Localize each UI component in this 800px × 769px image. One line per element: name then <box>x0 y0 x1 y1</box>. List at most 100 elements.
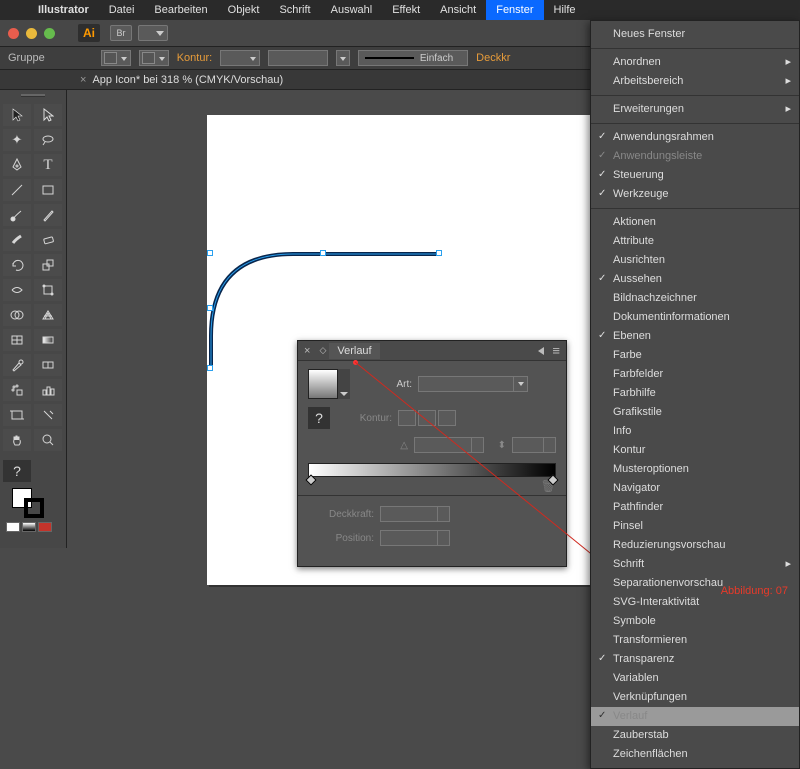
bridge-button[interactable]: Br <box>110 25 132 41</box>
color-mode-none[interactable] <box>38 522 52 532</box>
gradient-preset-dropdown[interactable] <box>338 369 350 399</box>
gradient-angle-field[interactable] <box>414 437 484 453</box>
gradient-slider[interactable] <box>308 463 556 477</box>
stop-position-field[interactable] <box>380 530 450 546</box>
menu-item-info[interactable]: Info <box>591 422 799 441</box>
menu-item-farbhilfe[interactable]: Farbhilfe <box>591 384 799 403</box>
stroke-across-button[interactable] <box>438 410 456 426</box>
menu-effekt[interactable]: Effekt <box>382 0 430 20</box>
stroke-weight-field[interactable] <box>220 50 260 66</box>
pencil-tool[interactable] <box>34 204 62 226</box>
panel-close-button[interactable]: × <box>304 345 310 357</box>
arrange-documents-button[interactable] <box>138 25 168 41</box>
panel-tab-bar[interactable]: × ◇ Verlauf ≡ <box>298 341 566 361</box>
magic-wand-tool[interactable]: ✦ <box>3 129 31 151</box>
blob-brush-tool[interactable] <box>3 229 31 251</box>
fill-swatch-dropdown[interactable] <box>101 50 131 66</box>
menu-item-ebenen[interactable]: Ebenen <box>591 327 799 346</box>
menu-item-farbfelder[interactable]: Farbfelder <box>591 365 799 384</box>
menu-item-navigator[interactable]: Navigator <box>591 479 799 498</box>
document-tab-title[interactable]: App Icon* bei 318 % (CMYK/Vorschau) <box>92 74 283 86</box>
stroke-label[interactable]: Kontur: <box>177 52 212 64</box>
shape-builder-tool[interactable] <box>3 304 31 326</box>
free-transform-tool[interactable] <box>34 279 62 301</box>
menu-bearbeiten[interactable]: Bearbeiten <box>144 0 217 20</box>
zoom-tool[interactable] <box>34 429 62 451</box>
menu-item-verlauf[interactable]: Verlauf <box>591 707 799 726</box>
opacity-label[interactable]: Deckkr <box>476 52 510 64</box>
gradient-thumbnail[interactable] <box>308 369 338 399</box>
menu-item-arbeitsbereich[interactable]: Arbeitsbereich <box>591 72 799 91</box>
menu-auswahl[interactable]: Auswahl <box>321 0 383 20</box>
direct-selection-tool[interactable] <box>34 104 62 126</box>
scale-tool[interactable] <box>34 254 62 276</box>
eyedropper-tool[interactable] <box>3 354 31 376</box>
variable-width-profile-dropdown[interactable]: Einfach <box>358 50 468 66</box>
stroke-within-button[interactable] <box>398 410 416 426</box>
color-mode-gradient[interactable] <box>22 522 36 532</box>
stroke-along-button[interactable] <box>418 410 436 426</box>
menu-item-reduzierungsvorschau[interactable]: Reduzierungsvorschau <box>591 536 799 555</box>
menu-item-aktionen[interactable]: Aktionen <box>591 213 799 232</box>
rectangle-tool[interactable] <box>34 179 62 201</box>
stop-opacity-field[interactable] <box>380 506 450 522</box>
menu-item-erweiterungen[interactable]: Erweiterungen <box>591 100 799 119</box>
menu-item-neues-fenster[interactable]: Neues Fenster <box>591 25 799 44</box>
collapse-icon[interactable]: ◇ <box>319 345 326 356</box>
menu-item-pinsel[interactable]: Pinsel <box>591 517 799 536</box>
menu-item-ausrichten[interactable]: Ausrichten <box>591 251 799 270</box>
pen-tool[interactable] <box>3 154 31 176</box>
unknown-button[interactable]: ? <box>308 407 330 429</box>
gradient-tool[interactable] <box>34 329 62 351</box>
slice-tool[interactable] <box>34 404 62 426</box>
panel-grip[interactable] <box>3 94 63 102</box>
menu-item-kontur[interactable]: Kontur <box>591 441 799 460</box>
menu-item-verkn-pfungen[interactable]: Verknüpfungen <box>591 688 799 707</box>
paintbrush-tool[interactable] <box>3 204 31 226</box>
selection-tool[interactable] <box>3 104 31 126</box>
type-tool[interactable]: T <box>34 154 62 176</box>
selection-handle[interactable] <box>207 250 213 256</box>
menu-item-schrift[interactable]: Schrift <box>591 555 799 574</box>
menu-item-werkzeuge[interactable]: Werkzeuge <box>591 185 799 204</box>
menu-item-zeichenfl-chen[interactable]: Zeichenflächen <box>591 745 799 764</box>
color-mode-color[interactable] <box>6 522 20 532</box>
document-close-button[interactable]: × <box>80 74 86 86</box>
menu-item-anwendungsrahmen[interactable]: Anwendungsrahmen <box>591 128 799 147</box>
fill-stroke-control[interactable] <box>8 488 58 518</box>
menu-item-zauberstab[interactable]: Zauberstab <box>591 726 799 745</box>
menu-item-pathfinder[interactable]: Pathfinder <box>591 498 799 517</box>
menu-ansicht[interactable]: Ansicht <box>430 0 486 20</box>
menu-item-anordnen[interactable]: Anordnen <box>591 53 799 72</box>
selection-handle[interactable] <box>207 305 213 311</box>
window-zoom-traffic-light[interactable] <box>44 28 55 39</box>
panel-collapse-arrow[interactable] <box>538 347 544 355</box>
rotate-tool[interactable] <box>3 254 31 276</box>
menu-item-transformieren[interactable]: Transformieren <box>591 631 799 650</box>
perspective-grid-tool[interactable] <box>34 304 62 326</box>
menu-hilfe[interactable]: Hilfe <box>544 0 586 20</box>
menu-item-dokumentinformationen[interactable]: Dokumentinformationen <box>591 308 799 327</box>
stroke-color-box[interactable] <box>24 498 44 518</box>
eraser-tool[interactable] <box>34 229 62 251</box>
menu-objekt[interactable]: Objekt <box>218 0 270 20</box>
menu-schrift[interactable]: Schrift <box>269 0 320 20</box>
selection-handle[interactable] <box>207 365 213 371</box>
unknown-tool[interactable]: ? <box>3 460 31 482</box>
mesh-tool[interactable] <box>3 329 31 351</box>
symbol-sprayer-tool[interactable] <box>3 379 31 401</box>
menu-fenster[interactable]: Fenster <box>486 0 543 20</box>
menu-item-attribute[interactable]: Attribute <box>591 232 799 251</box>
menu-datei[interactable]: Datei <box>99 0 145 20</box>
gradient-stop[interactable] <box>305 474 316 485</box>
menu-item-musteroptionen[interactable]: Musteroptionen <box>591 460 799 479</box>
window-close-traffic-light[interactable] <box>8 28 19 39</box>
brush-definition-caret[interactable] <box>336 50 350 66</box>
menu-item-transparenz[interactable]: Transparenz <box>591 650 799 669</box>
menu-item-grafikstile[interactable]: Grafikstile <box>591 403 799 422</box>
column-graph-tool[interactable] <box>34 379 62 401</box>
menu-item-farbe[interactable]: Farbe <box>591 346 799 365</box>
menu-item-symbole[interactable]: Symbole <box>591 612 799 631</box>
panel-tab-label[interactable]: Verlauf <box>329 343 379 359</box>
hand-tool[interactable] <box>3 429 31 451</box>
